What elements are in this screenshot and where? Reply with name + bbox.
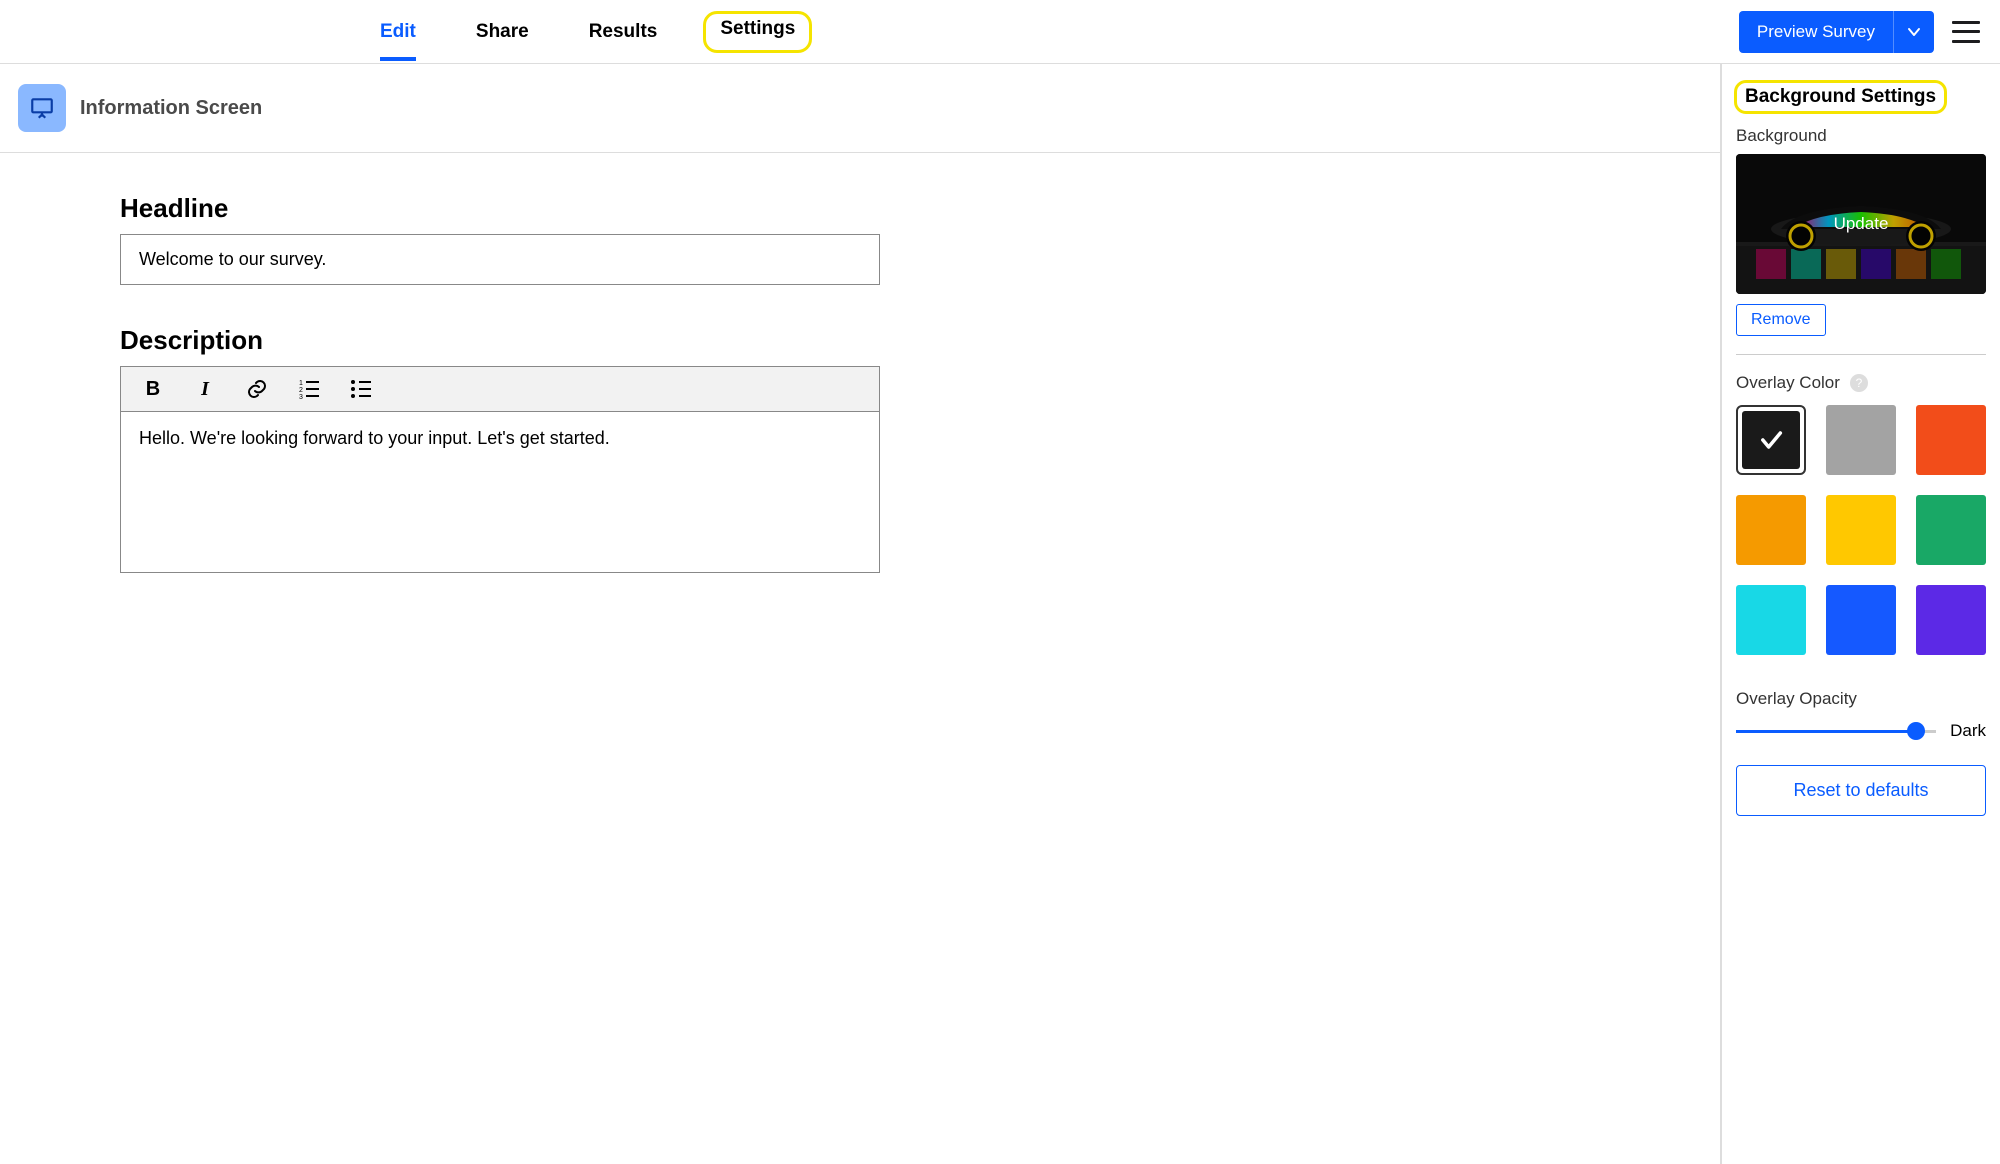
screen-header: Information Screen (0, 64, 1720, 153)
rte-toolbar: B I 1 2 3 (121, 367, 879, 412)
presentation-icon (29, 95, 55, 121)
screen-title: Information Screen (80, 97, 262, 120)
tab-results[interactable]: Results (589, 15, 658, 49)
color-swatch-6[interactable] (1736, 585, 1806, 655)
remove-background-button[interactable]: Remove (1736, 304, 1826, 336)
svg-text:3: 3 (299, 394, 303, 401)
color-swatch-7[interactable] (1826, 585, 1896, 655)
reset-to-defaults-button[interactable]: Reset to defaults (1736, 765, 1986, 816)
italic-button[interactable]: I (193, 377, 217, 401)
description-editor: B I 1 2 3 (120, 366, 880, 573)
topbar-tabs: Edit Share Results Settings (380, 15, 798, 49)
color-swatch-1[interactable] (1826, 405, 1896, 475)
opacity-slider-thumb[interactable] (1907, 722, 1925, 740)
topbar-right: Preview Survey (1739, 11, 1980, 53)
preview-survey-splitbutton: Preview Survey (1739, 11, 1934, 53)
tab-edit[interactable]: Edit (380, 15, 416, 49)
update-overlay: Update (1736, 154, 1986, 294)
color-swatch-8[interactable] (1916, 585, 1986, 655)
ordered-list-icon: 1 2 3 (297, 377, 321, 401)
hamburger-menu-icon[interactable] (1952, 21, 1980, 43)
link-icon (245, 377, 269, 401)
overlay-color-swatches (1736, 405, 1986, 655)
unordered-list-button[interactable] (349, 377, 373, 401)
screen-type-icon (18, 84, 66, 132)
tab-share[interactable]: Share (476, 15, 529, 49)
overlay-opacity-label: Overlay Opacity (1736, 689, 1986, 709)
overlay-color-label-row: Overlay Color ? (1736, 373, 1986, 393)
checkmark-icon (1757, 426, 1785, 454)
main-area: Information Screen Headline Description … (0, 64, 2000, 1164)
color-swatch-4[interactable] (1826, 495, 1896, 565)
color-swatch-2[interactable] (1916, 405, 1986, 475)
opacity-slider-row: Dark (1736, 721, 1986, 741)
ordered-list-button[interactable]: 1 2 3 (297, 377, 321, 401)
update-label: Update (1834, 214, 1889, 234)
svg-text:2: 2 (299, 387, 303, 394)
preview-survey-dropdown[interactable] (1894, 11, 1934, 53)
preview-survey-button[interactable]: Preview Survey (1739, 11, 1894, 53)
tab-settings[interactable]: Settings (703, 11, 812, 53)
description-textarea[interactable]: Hello. We're looking forward to your inp… (121, 412, 879, 572)
opacity-slider[interactable] (1736, 730, 1936, 733)
top-bar: Edit Share Results Settings Preview Surv… (0, 0, 2000, 64)
panel-divider (1736, 354, 1986, 355)
help-icon[interactable]: ? (1850, 374, 1868, 392)
color-swatch-5[interactable] (1916, 495, 1986, 565)
opacity-value-label: Dark (1950, 721, 1986, 741)
bold-button[interactable]: B (141, 377, 165, 401)
background-label: Background (1736, 126, 1986, 146)
headline-label: Headline (120, 193, 880, 224)
overlay-color-label: Overlay Color (1736, 373, 1840, 393)
unordered-list-icon (349, 377, 373, 401)
headline-input[interactable] (120, 234, 880, 285)
svg-text:1: 1 (299, 380, 303, 387)
background-settings-panel: Background Settings Background (1722, 64, 2000, 1164)
description-label: Description (120, 325, 880, 356)
color-swatch-3[interactable] (1736, 495, 1806, 565)
panel-heading: Background Settings (1734, 80, 1947, 114)
background-image-preview[interactable]: Update (1736, 154, 1986, 294)
editor-pane: Information Screen Headline Description … (0, 64, 1722, 1164)
color-swatch-0[interactable] (1736, 405, 1806, 475)
link-button[interactable] (245, 377, 269, 401)
chevron-down-icon (1907, 25, 1921, 39)
form-area: Headline Description B I 1 2 3 (0, 193, 920, 573)
